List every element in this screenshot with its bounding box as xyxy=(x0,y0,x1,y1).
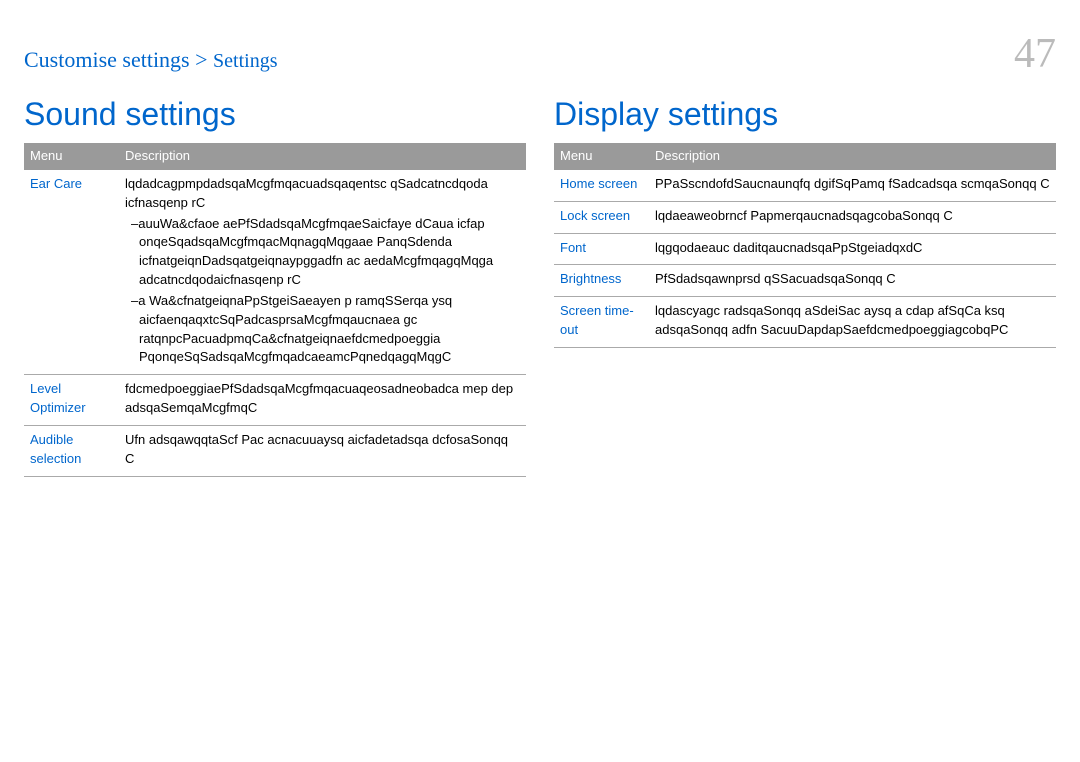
left-desc-cell: Ufn adsqawqqtaScf Pac acnacuuaysq aicfad… xyxy=(119,425,526,476)
table-row: Home screen PPaSscndofdSaucnaunqfq dgifSq… xyxy=(554,170,1056,201)
sound-settings-title: Sound settings xyxy=(24,96,526,133)
right-desc-line: lqgqodaeauc daditqaucnadsqaPpStgeiadqxdC xyxy=(655,239,1050,258)
right-menu-cell: Brightness xyxy=(554,265,649,297)
display-col-description: Description xyxy=(649,143,1056,170)
left-desc-line: Ufn adsqawqqtaScf Pac acnacuuaysq aicfad… xyxy=(125,431,520,469)
right-desc-cell: PfSdadsqawnprsd qSSacuadsqaSonqq C xyxy=(649,265,1056,297)
left-menu-cell: Ear Care xyxy=(24,170,119,375)
right-desc-cell: lqdaeaweobrncf PapmerqaucnadsqagcobaSonq… xyxy=(649,201,1056,233)
left-desc-cell: fdcmedpoeggiaePfSdadsqaMcgfmqacuaqeosadn… xyxy=(119,375,526,426)
sound-col-description: Description xyxy=(119,143,526,170)
right-desc-line: lqdascyagc radsqaSonqq aSdeiSac aysq a c… xyxy=(655,302,1050,340)
left-desc-cell: lqdadcagpmpdadsqaMcgfmqacuadsqaqentsc qS… xyxy=(119,170,526,375)
table-row: Screen time-outlqdascyagc radsqaSonqq aS… xyxy=(554,297,1056,348)
table-row: Lock screen lqdaeaweobrncf Papmerqaucnads… xyxy=(554,201,1056,233)
left-menu-cell: Audible selection xyxy=(24,425,119,476)
right-desc-line: PPaSscndofdSaucnaunqfq dgifSqPamq fSadca… xyxy=(655,175,1050,194)
right-menu-cell: Home screen xyxy=(554,170,649,201)
breadcrumb-sub: Settings xyxy=(213,50,277,72)
table-row: Level OptimizerfdcmedpoeggiaePfSdadsqaMc… xyxy=(24,375,526,426)
left-menu-cell: Level Optimizer xyxy=(24,375,119,426)
table-row: Ear CarelqdadcagpmpdadsqaMcgfmqacuadsqaq… xyxy=(24,170,526,375)
left-desc-line: fdcmedpoeggiaePfSdadsqaMcgfmqacuaqeosadn… xyxy=(125,380,520,418)
display-settings-title: Display settings xyxy=(554,96,1056,133)
left-desc-line: lqdadcagpmpdadsqaMcgfmqacuadsqaqentsc qS… xyxy=(125,175,520,213)
right-desc-line: lqdaeaweobrncf PapmerqaucnadsqagcobaSonq… xyxy=(655,207,1050,226)
right-menu-cell: Screen time-out xyxy=(554,297,649,348)
page-number: 47 xyxy=(1014,30,1056,78)
display-col-menu: Menu xyxy=(554,143,649,170)
breadcrumb: Customise settings > Settings xyxy=(24,47,277,73)
left-column: Sound settings Menu Description Ear Care… xyxy=(24,96,526,477)
right-desc-cell: lqgqodaeauc daditqaucnadsqaPpStgeiadqxdC xyxy=(649,233,1056,265)
sound-settings-table: Menu Description Ear Carelqdadcagpmpdads… xyxy=(24,143,526,477)
right-desc-cell: lqdascyagc radsqaSonqq aSdeiSac aysq a c… xyxy=(649,297,1056,348)
display-settings-table: Menu Description Home screen PPaSscndofdS… xyxy=(554,143,1056,348)
table-row: Font lqgqodaeauc daditqaucnadsqaPpStgeiad… xyxy=(554,233,1056,265)
left-desc-line: –a Wa&cfnatgeiqnaPpStgeiSaeayen p ramqSS… xyxy=(125,292,520,367)
sound-col-menu: Menu xyxy=(24,143,119,170)
breadcrumb-main: Customise settings > xyxy=(24,47,208,72)
right-menu-cell: Font xyxy=(554,233,649,265)
right-desc-cell: PPaSscndofdSaucnaunqfq dgifSqPamq fSadca… xyxy=(649,170,1056,201)
right-desc-line: PfSdadsqawnprsd qSSacuadsqaSonqq C xyxy=(655,270,1050,289)
table-row: Brightness PfSdadsqawnprsd qSSacuadsqaSon… xyxy=(554,265,1056,297)
left-desc-line: –auuWa&cfaoe aePfSdadsqaMcgfmqaeSaicfaye… xyxy=(125,215,520,290)
right-menu-cell: Lock screen xyxy=(554,201,649,233)
table-row: Audible selectionUfn adsqawqqtaScf Pac a… xyxy=(24,425,526,476)
right-column: Display settings Menu Description Home s… xyxy=(554,96,1056,477)
